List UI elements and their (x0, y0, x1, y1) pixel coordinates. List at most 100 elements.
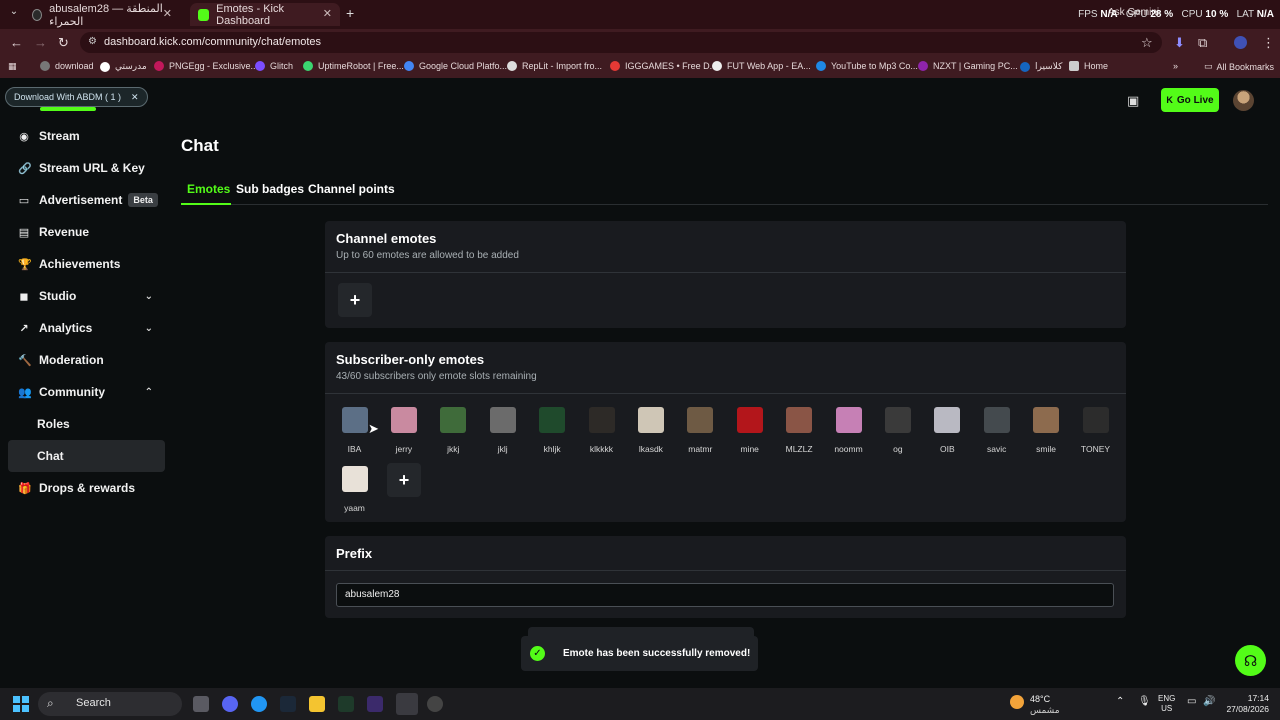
sidebar-item-moderation[interactable]: 🔨 Moderation (8, 344, 165, 376)
site-info-icon[interactable]: ⚙ (88, 36, 97, 47)
discord-icon[interactable] (222, 696, 238, 712)
app-icon[interactable] (367, 696, 383, 712)
browser-tab-1[interactable]: abusalem28 — المنطقة الحمراء ✕ (24, 3, 180, 28)
chrome-active-icon[interactable] (396, 693, 418, 715)
kick-logo[interactable] (40, 107, 96, 111)
bookmark-star-icon[interactable]: ☆ (1141, 35, 1153, 51)
emote-item[interactable]: og (873, 405, 922, 459)
system-clock[interactable]: 17:14 27/08/2026 (1224, 693, 1269, 715)
emote-item[interactable]: lkasdk (626, 405, 675, 459)
bookmark-item[interactable]: YouTube to Mp3 Co... (816, 61, 918, 71)
prefix-input[interactable]: abusalem28 (336, 583, 1114, 607)
browser-tab-2[interactable]: Emotes - Kick Dashboard ✕ (190, 3, 340, 27)
emote-item[interactable]: MLZLZ (775, 405, 824, 459)
bookmark-item[interactable]: NZXT | Gaming PC... (918, 61, 1018, 71)
new-tab-button[interactable]: + (346, 5, 354, 21)
emote-item[interactable]: klkkkk (577, 405, 626, 459)
sidebar-item-community[interactable]: 👥 Community ⌃ (8, 376, 165, 408)
emote-name: mine (740, 444, 759, 454)
network-icon[interactable]: ▭ (1187, 696, 1196, 707)
bookmark-item[interactable]: UptimeRobot | Free... (303, 61, 404, 71)
bookmark-item[interactable]: RepLit - Import fro... (507, 61, 602, 71)
chrome-icon[interactable] (251, 696, 267, 712)
go-live-button[interactable]: K Go Live (1161, 88, 1219, 112)
card-subtitle: 43/60 subscribers only emote slots remai… (336, 371, 537, 382)
app-icon[interactable] (427, 696, 443, 712)
steam-icon[interactable] (280, 696, 296, 712)
emote-name: jklj (497, 444, 508, 454)
all-bookmarks-button[interactable]: ▭ All Bookmarks (1204, 61, 1274, 72)
bookmark-item[interactable]: مدرستي (100, 61, 147, 72)
add-subscriber-emote-button[interactable]: + (387, 463, 421, 497)
sidebar-item-achievements[interactable]: 🏆 Achievements (8, 248, 165, 280)
tab-close-icon[interactable]: ✕ (163, 7, 172, 20)
sidebar-item-chat[interactable]: Chat (8, 440, 165, 472)
avatar[interactable] (1233, 90, 1254, 111)
bookmarks-overflow-icon[interactable]: » (1173, 61, 1178, 71)
search-icon: ⌕ (47, 696, 54, 710)
card-title: Prefix (336, 546, 373, 561)
banner-close-icon[interactable]: ✕ (131, 92, 139, 103)
active-tab-indicator (181, 203, 231, 205)
sidebar-item-advertisement[interactable]: ▭ Advertisement Beta (8, 184, 165, 216)
emote-item[interactable]: OIB (923, 405, 972, 459)
task-view-icon[interactable] (193, 696, 209, 712)
windows-start-icon[interactable] (13, 696, 29, 712)
bookmark-item[interactable]: Google Cloud Platfo... (404, 61, 507, 71)
add-channel-emote-button[interactable]: + (338, 283, 372, 317)
bookmark-item[interactable]: كلاسيرا (1020, 61, 1062, 72)
sidebar-item-stream[interactable]: ◉ Stream (8, 120, 165, 152)
bookmark-item[interactable]: Home (1069, 61, 1108, 71)
bookmark-item[interactable]: IGGGAMES • Free D... (610, 61, 717, 71)
emote-item[interactable]: matmr (676, 405, 725, 459)
volume-icon[interactable]: 🔊 (1203, 696, 1215, 707)
chevron-down-icon: ⌄ (144, 290, 153, 302)
tab-close-icon[interactable]: ✕ (323, 7, 332, 20)
taskbar-search[interactable]: ⌕ Search (38, 692, 182, 716)
file-explorer-icon[interactable] (309, 696, 325, 712)
sidebar-item-analytics[interactable]: ↗ Analytics ⌄ (8, 312, 165, 344)
emote-item[interactable]: jklj (478, 405, 527, 459)
bookmark-item[interactable]: Glitch (255, 61, 293, 71)
sidebar-item-roles[interactable]: Roles (8, 408, 165, 440)
emote-item[interactable]: mine (725, 405, 774, 459)
reload-icon[interactable]: ↻ (58, 35, 69, 51)
emote-item[interactable]: savic (972, 405, 1021, 459)
profile-icon[interactable] (1234, 36, 1247, 49)
tab-emotes[interactable]: Emotes (187, 182, 230, 196)
language-indicator[interactable]: ENG US (1158, 694, 1175, 714)
emote-name: OIB (939, 444, 955, 454)
bookmark-item[interactable]: download (40, 61, 94, 71)
bookmark-item[interactable]: FUT Web App - EA... (712, 61, 811, 71)
emote-item[interactable]: smile (1022, 405, 1071, 459)
microphone-icon[interactable]: 🎙 (1138, 696, 1151, 707)
abdm-download-banner[interactable]: Download With ABDM ( 1 ) ✕ (5, 87, 148, 107)
emote-item[interactable]: khljk (528, 405, 577, 459)
emote-item[interactable]: noomm (824, 405, 873, 459)
extensions-puzzle-icon[interactable]: ⧉ (1198, 35, 1207, 51)
app-icon[interactable] (338, 696, 354, 712)
forward-icon[interactable]: → (34, 35, 47, 50)
sidebar-item-studio[interactable]: ◼ Studio ⌄ (8, 280, 165, 312)
tab-search-icon[interactable]: ⌄ (6, 6, 22, 22)
emote-item[interactable]: yaam (330, 464, 379, 518)
tab-channel-points[interactable]: Channel points (308, 182, 395, 196)
sidebar-item-revenue[interactable]: ▤ Revenue (8, 216, 165, 248)
tab-sub-badges[interactable]: Sub badges (236, 182, 304, 196)
cpu-value: 10 % (1205, 9, 1229, 20)
sidebar-item-stream-url[interactable]: 🔗 Stream URL & Key (8, 152, 165, 184)
tray-overflow-icon[interactable]: ⌃ (1116, 696, 1124, 707)
extension-icon[interactable]: ⬇ (1174, 35, 1185, 51)
emote-item[interactable]: jerry (379, 405, 428, 459)
help-button[interactable]: ☊ (1235, 645, 1266, 676)
emote-item[interactable]: TONEY (1071, 405, 1120, 459)
theater-mode-icon[interactable]: ▣ (1127, 93, 1139, 109)
bookmark-label: كلاسيرا (1035, 61, 1063, 71)
bookmark-item[interactable]: PNGEgg - Exclusive... (154, 61, 258, 71)
back-icon[interactable]: ← (10, 35, 23, 50)
sidebar-item-drops-rewards[interactable]: 🎁 Drops & rewards (8, 472, 165, 504)
address-bar[interactable]: ⚙ dashboard.kick.com/community/chat/emot… (80, 32, 1162, 53)
apps-icon[interactable]: ▦ (8, 61, 17, 72)
menu-icon[interactable]: ⋮ (1262, 35, 1275, 51)
emote-item[interactable]: jkkj (429, 405, 478, 459)
